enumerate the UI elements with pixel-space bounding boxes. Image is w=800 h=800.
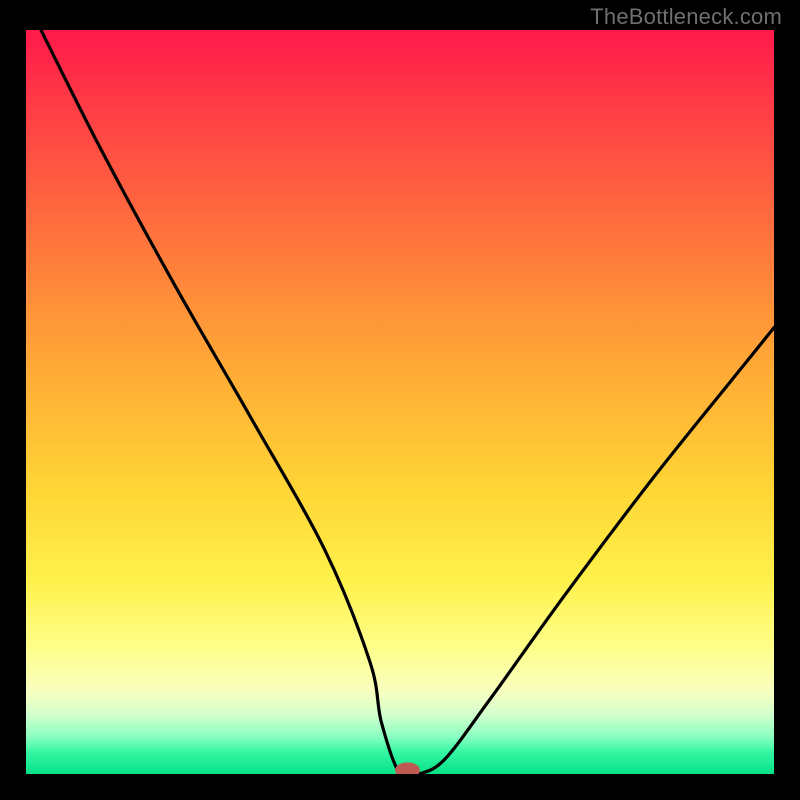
- chart-frame: TheBottleneck.com: [0, 0, 800, 800]
- plot-area: [26, 30, 774, 774]
- plot-svg: [26, 30, 774, 774]
- watermark-text: TheBottleneck.com: [590, 4, 782, 30]
- minimum-marker: [396, 763, 420, 774]
- bottleneck-curve: [41, 30, 774, 774]
